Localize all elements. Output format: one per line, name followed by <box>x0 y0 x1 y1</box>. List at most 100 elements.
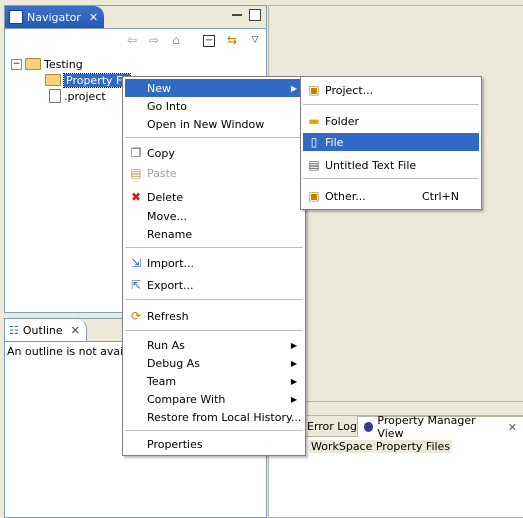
submenu-arrow-icon: ▶ <box>290 340 297 350</box>
outline-message: An outline is not availab <box>7 345 140 358</box>
outline-icon: ☷ <box>9 323 19 337</box>
delete-icon: ✖ <box>130 190 142 204</box>
file-icon <box>49 89 61 103</box>
submenu-arrow-icon: ▶ <box>290 376 297 386</box>
tab-property-manager-view[interactable]: Property Manager View ✕ <box>357 414 523 440</box>
menu-item-refresh[interactable]: ⟳ Refresh <box>125 307 303 325</box>
folder-icon <box>45 74 61 86</box>
tree-item-label: Testing <box>44 57 83 71</box>
new-file-icon: ▯ <box>310 135 318 149</box>
refresh-icon: ⟳ <box>130 309 142 323</box>
navigator-icon <box>9 10 23 24</box>
menu-separator <box>125 330 303 331</box>
navigator-toolbar: ⇦ ⇨ ⌂ − ⇆ ▽ <box>5 29 266 51</box>
context-menu: New ▶ Go Into Open in New Window ❐ Copy … <box>122 76 306 456</box>
menu-item-compare-with[interactable]: Compare With ▶ <box>125 390 303 408</box>
menu-item-label: Team <box>147 374 177 388</box>
tree-item-testing[interactable]: − Testing <box>11 56 83 72</box>
link-with-editor-icon[interactable]: ⇆ <box>225 33 239 47</box>
menu-item-paste[interactable]: ▤ Paste <box>125 164 303 182</box>
menu-item-delete[interactable]: ✖ Delete <box>125 188 303 206</box>
folder-icon: ▬ <box>308 114 320 128</box>
menu-item-label: Debug As <box>147 356 200 370</box>
menu-item-label: Untitled Text File <box>325 158 417 172</box>
tab-label: Property Manager View <box>377 414 476 440</box>
menu-item-label: Restore from Local History... <box>147 410 302 424</box>
tree-item-project-file[interactable]: .project <box>49 88 106 104</box>
forward-arrow-icon[interactable]: ⇨ <box>147 33 161 47</box>
tree-item-label: Property Fil <box>63 72 131 88</box>
menu-item-label: Run As <box>147 338 185 352</box>
menu-separator <box>125 430 303 431</box>
menu-item-label: Project... <box>325 83 374 97</box>
bottom-tab-bar: Error Log Property Manager View ✕ <box>269 414 523 440</box>
copy-icon: ❐ <box>130 146 142 160</box>
menu-item-restore-from-local-history[interactable]: Restore from Local History... <box>125 408 303 426</box>
maximize-icon[interactable] <box>249 9 261 21</box>
menu-item-label: Open in New Window <box>147 117 265 131</box>
menu-item-label: Import... <box>147 256 194 270</box>
menu-item-project[interactable]: ▣ Project... <box>303 81 479 99</box>
menu-item-accelerator: Ctrl+N <box>421 189 459 203</box>
tab-label: Error Log <box>307 419 357 433</box>
collapse-all-icon[interactable]: − <box>203 35 215 47</box>
menu-item-new[interactable]: New ▶ <box>125 79 303 97</box>
back-arrow-icon[interactable]: ⇦ <box>125 33 139 47</box>
navigator-title: Navigator <box>27 10 81 24</box>
close-icon[interactable]: ✕ <box>89 11 98 24</box>
tab-navigator[interactable]: Navigator ✕ <box>5 6 105 28</box>
menu-item-label: Move... <box>147 209 187 223</box>
menu-separator <box>303 104 479 105</box>
menu-item-label: Compare With <box>147 392 226 406</box>
menu-item-label: Paste <box>147 166 177 180</box>
view-menu-icon[interactable]: ▽ <box>248 33 262 47</box>
menu-item-folder[interactable]: ▬ Folder <box>303 112 479 130</box>
menu-item-run-as[interactable]: Run As ▶ <box>125 336 303 354</box>
menu-item-label: Refresh <box>147 309 189 323</box>
tree-item-workspace-property-files[interactable]: WorkSpace Property Files <box>309 440 453 453</box>
menu-item-file[interactable]: ▯ File <box>303 133 479 151</box>
menu-item-properties[interactable]: Properties <box>125 435 303 453</box>
menu-separator <box>125 137 303 138</box>
menu-item-label: File <box>325 135 344 149</box>
menu-item-export[interactable]: ⇱ Export... <box>125 276 303 294</box>
up-folder-icon[interactable]: ⌂ <box>169 33 183 47</box>
export-icon: ⇱ <box>130 278 142 292</box>
tab-outline[interactable]: ☷ Outline ✕ <box>5 319 87 341</box>
menu-separator <box>303 178 479 179</box>
submenu-arrow-icon: ▶ <box>290 394 297 404</box>
tab-error-log[interactable]: Error Log <box>301 416 363 436</box>
tree-item-property-files[interactable]: Property Fil <box>45 72 131 88</box>
text-file-icon: ▤ <box>308 158 320 172</box>
menu-item-other[interactable]: ▣ Other... Ctrl+N <box>303 187 479 205</box>
collapse-icon[interactable]: − <box>11 58 22 70</box>
close-icon[interactable]: ✕ <box>71 324 80 337</box>
wizard-icon: ▣ <box>308 189 320 203</box>
menu-item-label: Folder <box>325 114 359 128</box>
menu-item-rename[interactable]: Rename <box>125 225 303 243</box>
menu-item-open-in-new-window[interactable]: Open in New Window <box>125 115 303 133</box>
menu-item-untitled-text-file[interactable]: ▤ Untitled Text File <box>303 156 479 174</box>
new-project-icon: ▣ <box>308 83 320 97</box>
menu-item-move[interactable]: Move... <box>125 207 303 225</box>
menu-item-copy[interactable]: ❐ Copy <box>125 144 303 162</box>
menu-item-label: Properties <box>147 437 203 451</box>
menu-separator <box>125 299 303 300</box>
menu-separator <box>125 247 303 248</box>
navigator-tab-bar: Navigator ✕ <box>5 6 266 29</box>
menu-item-label: Delete <box>147 190 184 204</box>
minimize-icon[interactable] <box>232 14 242 17</box>
menu-item-label: Copy <box>147 146 175 160</box>
property-manager-panel: Error Log Property Manager View ✕ WorkSp… <box>268 414 523 518</box>
menu-item-label: New <box>147 81 171 95</box>
menu-item-label: Other... <box>325 189 366 203</box>
menu-item-import[interactable]: ⇲ Import... <box>125 254 303 272</box>
menu-item-label: Rename <box>147 227 193 241</box>
close-icon[interactable]: ✕ <box>508 421 517 434</box>
menu-item-debug-as[interactable]: Debug As ▶ <box>125 354 303 372</box>
menu-item-team[interactable]: Team ▶ <box>125 372 303 390</box>
submenu-arrow-icon: ▶ <box>290 358 297 368</box>
menu-item-go-into[interactable]: Go Into <box>125 97 303 115</box>
tree-item-label: .project <box>64 89 106 103</box>
eclipse-icon <box>364 422 374 432</box>
